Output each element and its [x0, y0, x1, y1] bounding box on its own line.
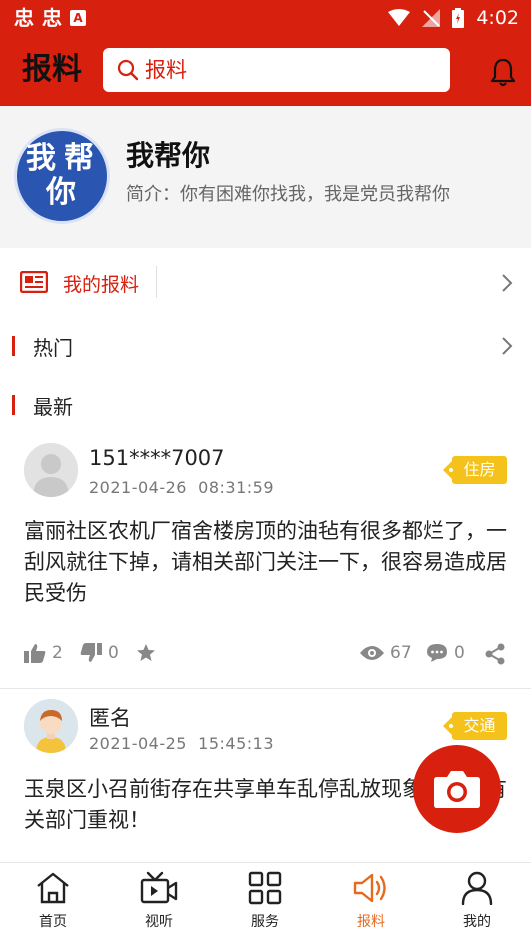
search-input[interactable]: 报料	[103, 48, 450, 92]
user-avatar[interactable]	[24, 443, 78, 497]
star-icon	[137, 644, 155, 661]
comment-count: 0	[454, 643, 465, 663]
post-timestamp: 2021-04-25 15:45:13	[89, 734, 274, 753]
profile-intro: 简介：你有困难你找我，我是党员我帮你	[126, 184, 450, 205]
profile-card: 我 帮 你 我帮你 简介：你有困难你找我，我是党员我帮你	[0, 106, 531, 248]
hot-section-title: 热门	[33, 336, 73, 360]
default-avatar-icon	[24, 443, 78, 497]
video-icon	[140, 871, 178, 904]
section-marker	[12, 336, 15, 356]
tab-services[interactable]: 服务	[225, 871, 305, 931]
tab-video-label: 视听	[145, 914, 173, 930]
latest-section-header: 最新	[0, 385, 531, 425]
tab-report[interactable]: 报料	[331, 871, 411, 931]
post-actions: 2 0 67 0	[0, 643, 531, 673]
avatar-char: 我	[26, 141, 56, 176]
like-button[interactable]: 2	[24, 643, 63, 663]
tab-mine[interactable]: 我的	[437, 871, 517, 931]
comment-button[interactable]: 0	[426, 643, 465, 663]
grid-icon	[248, 871, 282, 905]
section-marker	[12, 395, 15, 415]
user-name: 151****7007	[89, 446, 225, 470]
post-text: 富丽社区农机厂宿舍楼房顶的油毡有很多都烂了，一刮风就往下掉，请相关部门关注一下，…	[24, 519, 507, 605]
dislike-button[interactable]: 0	[80, 643, 119, 663]
camera-icon	[434, 771, 480, 808]
post-time: 08:31:59	[198, 478, 275, 497]
view-count: 67	[360, 643, 412, 663]
avatar-char: 你	[46, 175, 76, 210]
share-icon	[485, 643, 505, 665]
post-card[interactable]: 151****7007 2021-04-26 08:31:59 住房 富丽社区农…	[0, 440, 531, 688]
favorite-button[interactable]	[136, 643, 156, 663]
category-tag[interactable]: 住房	[443, 456, 507, 484]
like-count: 2	[52, 643, 63, 663]
dislike-count: 0	[108, 643, 119, 663]
bell-icon[interactable]	[489, 57, 517, 87]
home-icon	[37, 872, 69, 904]
tab-video[interactable]: 视听	[119, 871, 199, 931]
hot-section-header[interactable]: 热门	[0, 326, 531, 366]
notification-a-icon: A	[70, 10, 86, 26]
eye-icon	[360, 646, 384, 660]
search-icon	[117, 59, 139, 81]
top-header: 报料 报料	[0, 36, 531, 106]
search-placeholder: 报料	[145, 58, 187, 82]
category-tag[interactable]: 交通	[443, 712, 507, 740]
profile-name: 我帮你	[126, 139, 211, 172]
tab-home-label: 首页	[39, 914, 67, 930]
divider	[156, 266, 157, 298]
profile-avatar: 我 帮 你	[14, 128, 110, 224]
clock: 4:02	[476, 7, 519, 29]
my-report-label: 我的报料	[63, 274, 140, 296]
wifi-icon	[388, 9, 411, 26]
tab-mine-label: 我的	[463, 914, 491, 930]
view-count-value: 67	[390, 643, 412, 663]
category-tag-label: 交通	[463, 716, 496, 735]
post-timestamp: 2021-04-26 08:31:59	[89, 478, 274, 497]
category-tag-label: 住房	[463, 460, 496, 479]
post-date: 2021-04-25	[89, 734, 187, 753]
my-report-row[interactable]: 我的报料	[0, 258, 531, 308]
app-notification-icon: 忠	[14, 6, 34, 30]
person-icon	[461, 871, 493, 905]
user-avatar[interactable]	[24, 699, 78, 753]
anonymous-avatar-icon	[24, 699, 78, 753]
battery-icon	[452, 8, 465, 28]
tab-home[interactable]: 首页	[13, 871, 93, 931]
chevron-right-icon	[502, 337, 513, 355]
camera-report-button[interactable]	[413, 745, 501, 833]
user-name: 匿名	[89, 706, 131, 730]
megaphone-icon	[353, 873, 386, 903]
thumbs-up-icon	[24, 644, 46, 663]
app-notification-icon-2: 忠	[42, 6, 62, 30]
share-button[interactable]	[484, 643, 506, 665]
newspaper-icon	[20, 271, 48, 293]
chevron-right-icon	[502, 274, 513, 292]
tab-report-label: 报料	[357, 914, 385, 930]
page-title: 报料	[22, 52, 82, 87]
no-signal-icon	[422, 9, 441, 27]
comment-icon	[427, 644, 447, 662]
latest-section-title: 最新	[33, 395, 73, 419]
status-bar: 忠 忠 A 4:02	[0, 0, 531, 36]
thumbs-down-icon	[80, 643, 102, 662]
post-divider	[0, 688, 531, 689]
bottom-tab-bar: 首页 视听 服务 报料 我的	[0, 862, 531, 945]
avatar-char: 帮	[64, 141, 94, 176]
tab-services-label: 服务	[251, 914, 279, 930]
post-date: 2021-04-26	[89, 478, 187, 497]
post-time: 15:45:13	[198, 734, 275, 753]
